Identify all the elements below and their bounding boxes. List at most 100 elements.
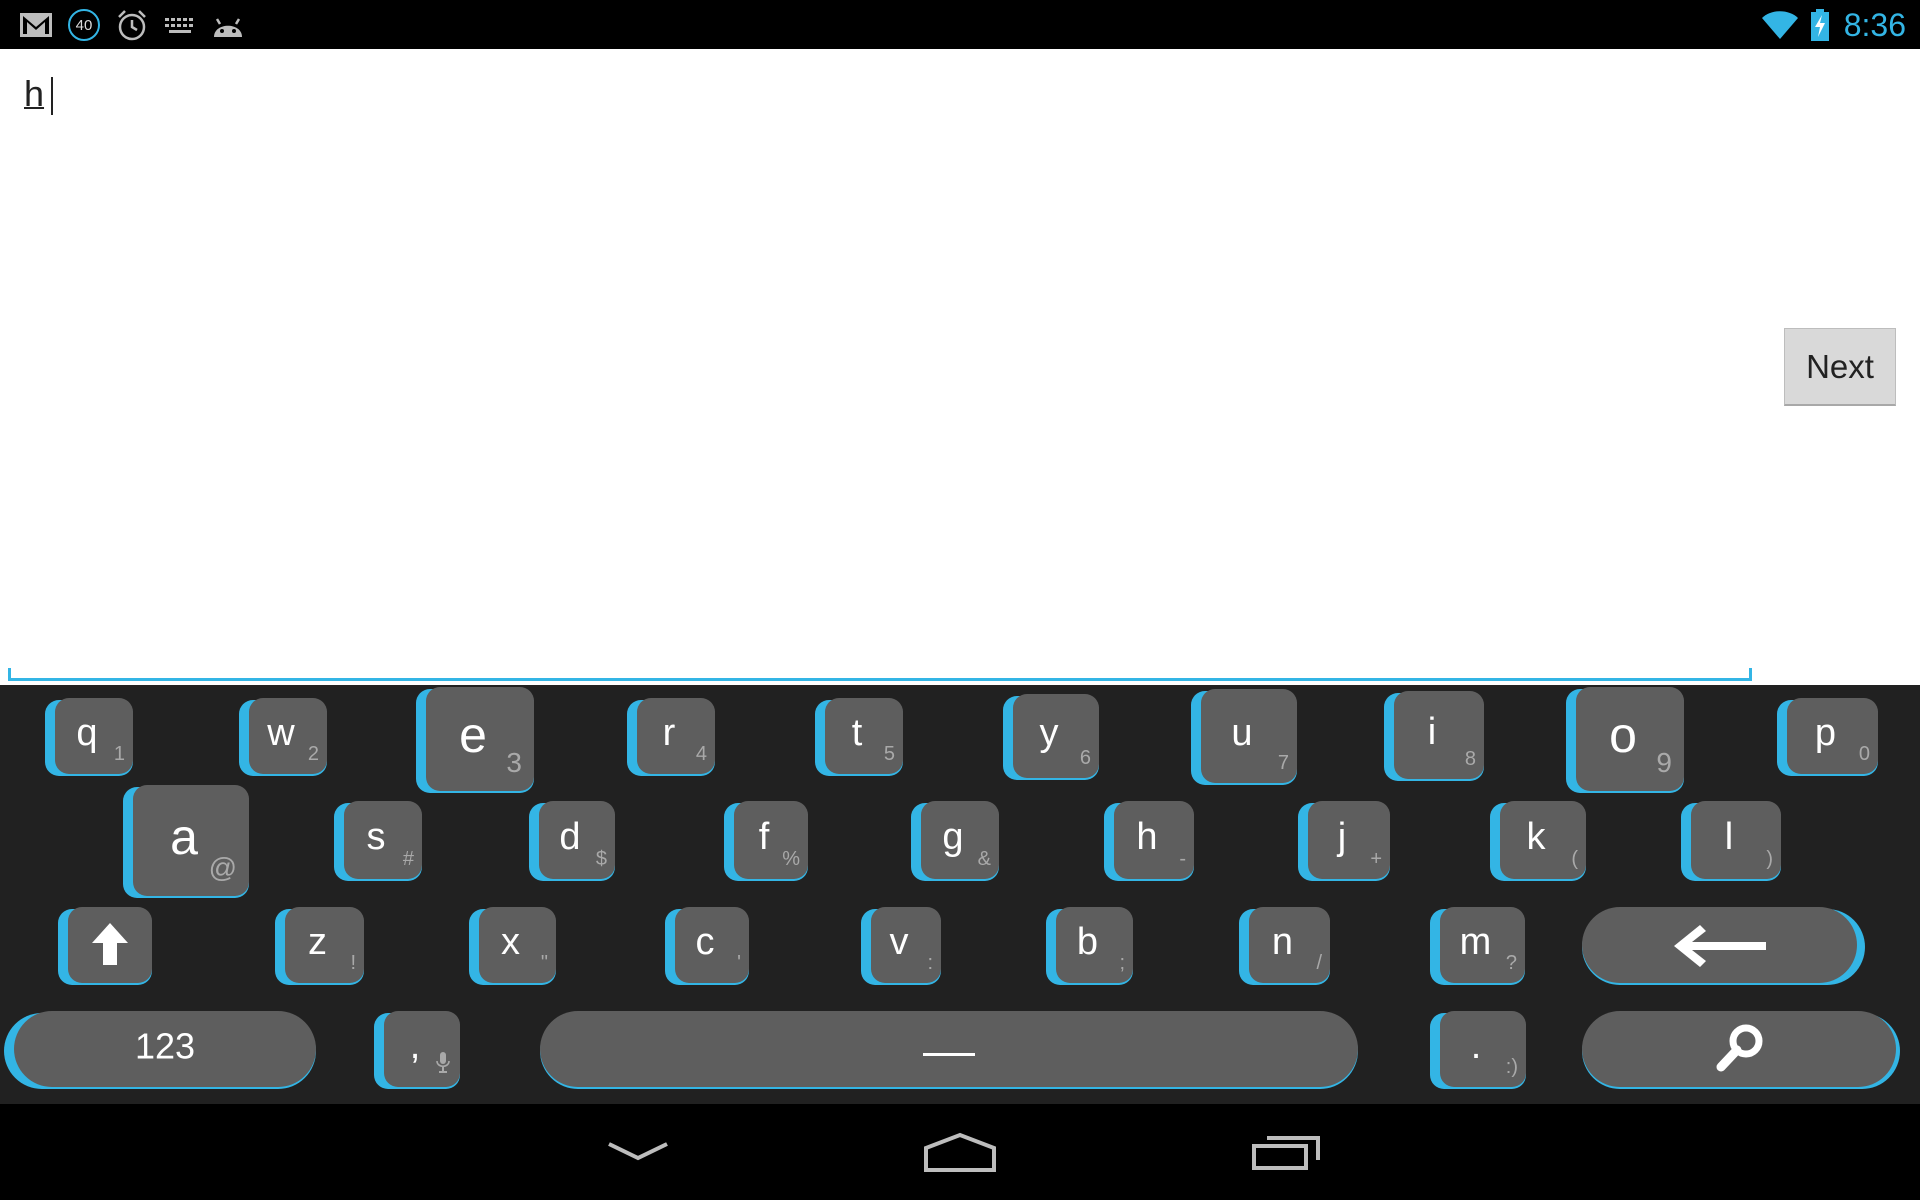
status-time: 8:36 (1843, 7, 1906, 43)
key-k[interactable]: k( (1490, 801, 1586, 881)
key-main-label: y (1039, 711, 1059, 754)
key-g[interactable]: g & (911, 801, 999, 881)
key-main-label: c (695, 920, 715, 963)
key-sub-label: 9 (1656, 747, 1672, 778)
soft-keyboard: q1 w2 e3 r4 t5 y6 u7 i8 o9 p0 a @ s # d $ f… (0, 685, 1920, 1104)
home-button[interactable] (920, 1124, 1000, 1180)
key-main-label: t (851, 711, 863, 754)
key-sub-label: 6 (1079, 747, 1091, 769)
notification-count: 40 (75, 16, 93, 34)
key-main-label: r (662, 711, 676, 754)
key-sub-label: 4 (695, 743, 707, 765)
key-i[interactable]: i8 (1384, 691, 1484, 781)
text-input-field[interactable]: h (8, 57, 1752, 681)
key-main-label: g (942, 815, 964, 858)
key-sub-label: ) (1766, 848, 1773, 870)
spacebar-key[interactable] (540, 1011, 1358, 1089)
key-sub-label: " (540, 952, 548, 974)
key-main-label: x (501, 920, 520, 963)
key-sub-label: 7 (1277, 752, 1289, 774)
back-button[interactable] (600, 1124, 676, 1180)
key-main-label: l (1724, 815, 1734, 858)
text-cursor (50, 77, 53, 115)
backspace-arrow-icon (1582, 923, 1857, 973)
key-main-label: m (1459, 920, 1492, 963)
key-e[interactable]: e3 (416, 687, 534, 793)
key-main-label: b (1076, 920, 1099, 963)
key-sub-label: ? (1505, 952, 1517, 974)
key-l[interactable]: l) (1681, 801, 1781, 881)
comma-key[interactable]: , (374, 1011, 460, 1089)
key-u[interactable]: u7 (1191, 689, 1297, 785)
shift-arrow-icon (68, 921, 152, 971)
key-main-label: h (1136, 815, 1158, 858)
recent-apps-icon (1252, 1136, 1320, 1170)
key-sub-label: 3 (506, 747, 522, 778)
key-main-label: w (267, 711, 295, 754)
key-y[interactable]: y6 (1003, 694, 1099, 780)
key-d[interactable]: d $ (529, 801, 615, 881)
wifi-icon (1760, 8, 1800, 42)
key-sub-label: & (977, 848, 991, 870)
key-main-label: s (366, 815, 386, 858)
key-main-label: n (1271, 920, 1294, 963)
key-f[interactable]: f% (724, 801, 808, 881)
backspace-key[interactable] (1582, 907, 1865, 985)
key-main-label: q (76, 711, 98, 754)
android-icon (208, 8, 248, 42)
key-sub-label: : (927, 952, 933, 974)
key-sub-label: + (1370, 848, 1382, 870)
key-n[interactable]: n / (1239, 907, 1330, 985)
key-z[interactable]: z! (275, 907, 364, 985)
key-sub-label: 8 (1464, 748, 1476, 770)
key-p[interactable]: p0 (1777, 698, 1878, 776)
key-main-label: v (889, 920, 909, 963)
key-o[interactable]: o9 (1566, 687, 1684, 793)
key-sub-label: - (1179, 848, 1186, 870)
key-j[interactable]: j + (1298, 801, 1390, 881)
key-c[interactable]: c ' (665, 907, 749, 985)
navigation-bar (0, 1104, 1920, 1200)
typed-text: h (24, 73, 44, 115)
recent-apps-button[interactable] (1248, 1124, 1324, 1180)
key-x[interactable]: x " (469, 907, 556, 985)
back-chevron-icon (608, 1142, 668, 1161)
space-indicator (540, 1041, 1358, 1060)
shift-key[interactable] (58, 907, 152, 985)
search-key[interactable] (1582, 1011, 1900, 1089)
microphone-icon (436, 1051, 450, 1077)
key-h[interactable]: h- (1104, 801, 1194, 881)
symbols-key-label: 123 (134, 1025, 196, 1067)
key-main-label: j (1337, 815, 1347, 858)
key-r[interactable]: r4 (627, 698, 715, 776)
key-s[interactable]: s # (334, 801, 422, 881)
key-a[interactable]: a @ (123, 785, 249, 898)
symbols-key[interactable]: 123 (4, 1011, 316, 1089)
period-label: . (1470, 1024, 1482, 1067)
key-sub-label: / (1316, 952, 1322, 974)
key-sub-label: ! (350, 952, 356, 974)
key-sub-label: ( (1571, 848, 1578, 870)
key-sub-label: $ (595, 848, 607, 870)
period-key[interactable]: .:) (1430, 1011, 1526, 1089)
key-sub-label: # (402, 848, 414, 870)
key-m[interactable]: m? (1430, 907, 1525, 985)
key-t[interactable]: t5 (815, 698, 903, 776)
key-v[interactable]: v: (861, 907, 941, 985)
key-sub-label: 2 (307, 743, 319, 765)
key-main-label: i (1427, 710, 1437, 753)
smiley-label: :) (1505, 1056, 1518, 1078)
key-sub-label: ' (737, 952, 741, 974)
status-bar: 40 8:36 (0, 0, 1920, 49)
key-w[interactable]: w2 (239, 698, 327, 776)
key-main-label: u (1231, 711, 1253, 754)
search-icon (1582, 1023, 1896, 1079)
key-sub-label: 0 (1858, 743, 1870, 765)
key-sub-label: % (782, 848, 800, 870)
typed-text-value: h (24, 73, 45, 114)
key-b[interactable]: b; (1046, 907, 1133, 985)
alarm-icon (114, 8, 150, 42)
next-button[interactable]: Next (1784, 328, 1896, 406)
keyboard-icon (162, 8, 198, 42)
key-q[interactable]: q1 (45, 698, 133, 776)
